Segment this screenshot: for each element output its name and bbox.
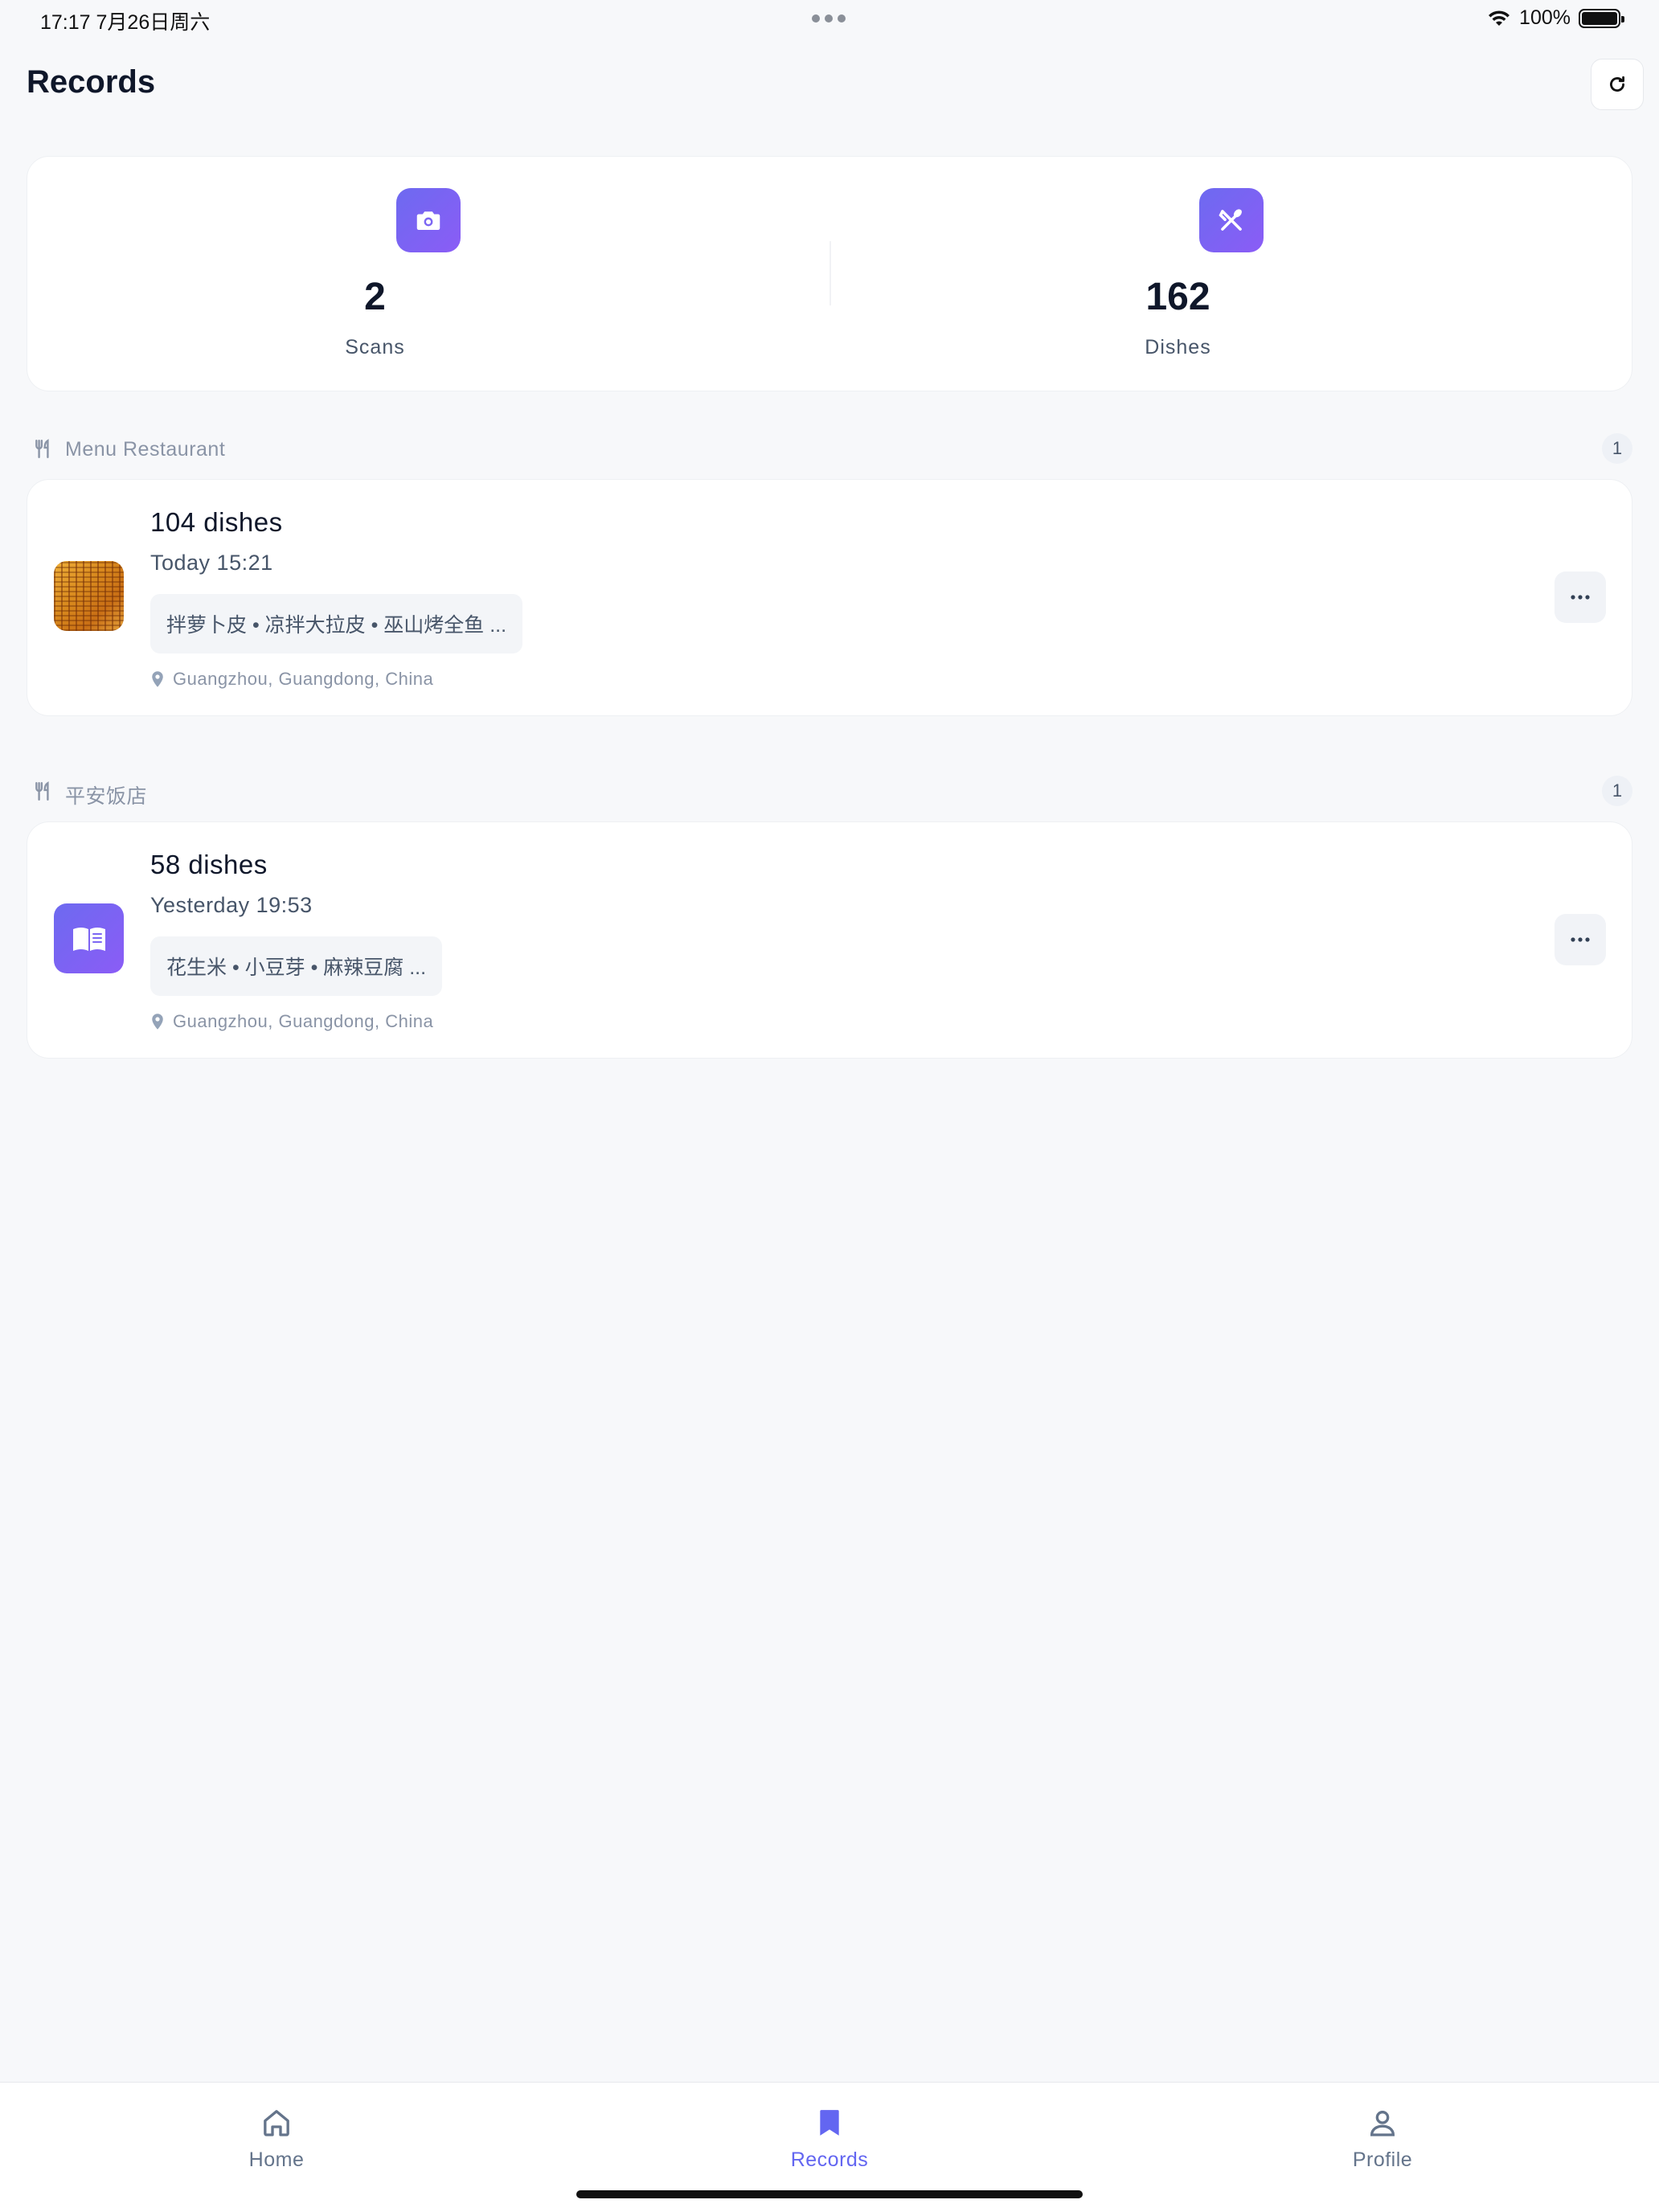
section-title: Menu Restaurant	[65, 438, 226, 461]
book-icon	[54, 903, 124, 973]
section-count-badge: 1	[1602, 776, 1632, 806]
ellipsis-icon	[1571, 937, 1590, 942]
section-header-menu-restaurant: Menu Restaurant 1	[33, 433, 1632, 465]
more-options-button[interactable]	[1555, 571, 1606, 623]
record-time: Yesterday 19:53	[150, 893, 313, 917]
tab-profile[interactable]: Profile	[1262, 2083, 1503, 2179]
home-indicator[interactable]	[576, 2190, 1083, 2198]
battery-icon	[1579, 8, 1624, 28]
record-location: Guangzhou, Guangdong, China	[150, 669, 433, 690]
status-time: 17:17 7月26日周六	[40, 11, 211, 34]
record-card[interactable]: 58 dishes Yesterday 19:53 花生米 • 小豆芽 • 麻辣…	[27, 821, 1632, 1059]
multitasking-dots-icon[interactable]	[812, 14, 846, 23]
home-icon	[264, 2110, 289, 2136]
book-icon-thumbnail	[54, 903, 124, 973]
stats-card: 2 Scans 162 Dishes	[27, 156, 1632, 391]
record-time: Today 15:21	[150, 551, 273, 575]
scans-label: Scans	[345, 336, 405, 358]
record-location: Guangzhou, Guangdong, China	[150, 1011, 433, 1032]
tab-records-label: Records	[790, 2149, 869, 2171]
ellipsis-icon	[1571, 595, 1590, 600]
camera-icon	[396, 188, 461, 252]
dishes-label: Dishes	[1145, 336, 1211, 358]
dishes-stat: 162 Dishes	[830, 157, 1633, 392]
record-location-text: Guangzhou, Guangdong, China	[173, 1011, 434, 1031]
menu-photo-thumbnail	[54, 561, 124, 631]
page-title: Records	[27, 64, 156, 100]
record-dish-preview: 花生米 • 小豆芽 • 麻辣豆腐 ...	[150, 936, 443, 996]
tab-records[interactable]: Records	[709, 2083, 950, 2179]
status-bar: 17:17 7月26日周六 100%	[0, 0, 1659, 39]
tab-profile-label: Profile	[1352, 2149, 1413, 2171]
record-card[interactable]: 104 dishes Today 15:21 拌萝卜皮 • 凉拌大拉皮 • 巫山…	[27, 479, 1632, 716]
bookmark-icon	[820, 2110, 839, 2136]
tab-home-label: Home	[248, 2149, 305, 2171]
refresh-icon	[1610, 76, 1624, 92]
record-title: 104 dishes	[150, 507, 283, 537]
records-screen: 17:17 7月26日周六 100% Records 2 Scans 162 D…	[0, 0, 1659, 2212]
location-pin-icon	[152, 1014, 163, 1030]
section-count-badge: 1	[1602, 433, 1632, 464]
wifi-icon	[1489, 10, 1510, 26]
tab-home[interactable]: Home	[156, 2083, 397, 2179]
record-location-text: Guangzhou, Guangdong, China	[173, 669, 434, 689]
section-header-pingan: 平安饭店 1	[33, 776, 1632, 808]
location-pin-icon	[152, 671, 163, 687]
status-right: 100%	[1487, 6, 1624, 30]
scans-stat: 2 Scans	[27, 157, 830, 392]
scans-count: 2	[364, 276, 386, 318]
dishes-count: 162	[1145, 276, 1210, 318]
record-title: 58 dishes	[150, 850, 268, 879]
refresh-button[interactable]	[1591, 59, 1644, 110]
battery-percent: 100%	[1519, 6, 1571, 29]
more-options-button[interactable]	[1555, 914, 1606, 965]
user-icon	[1370, 2111, 1395, 2136]
record-dish-preview: 拌萝卜皮 • 凉拌大拉皮 • 巫山烤全鱼 ...	[150, 594, 523, 653]
section-title: 平安饭店	[65, 785, 148, 808]
fork-knife-icon	[35, 781, 49, 801]
utensils-icon	[1199, 188, 1264, 252]
fork-knife-icon	[35, 439, 49, 459]
